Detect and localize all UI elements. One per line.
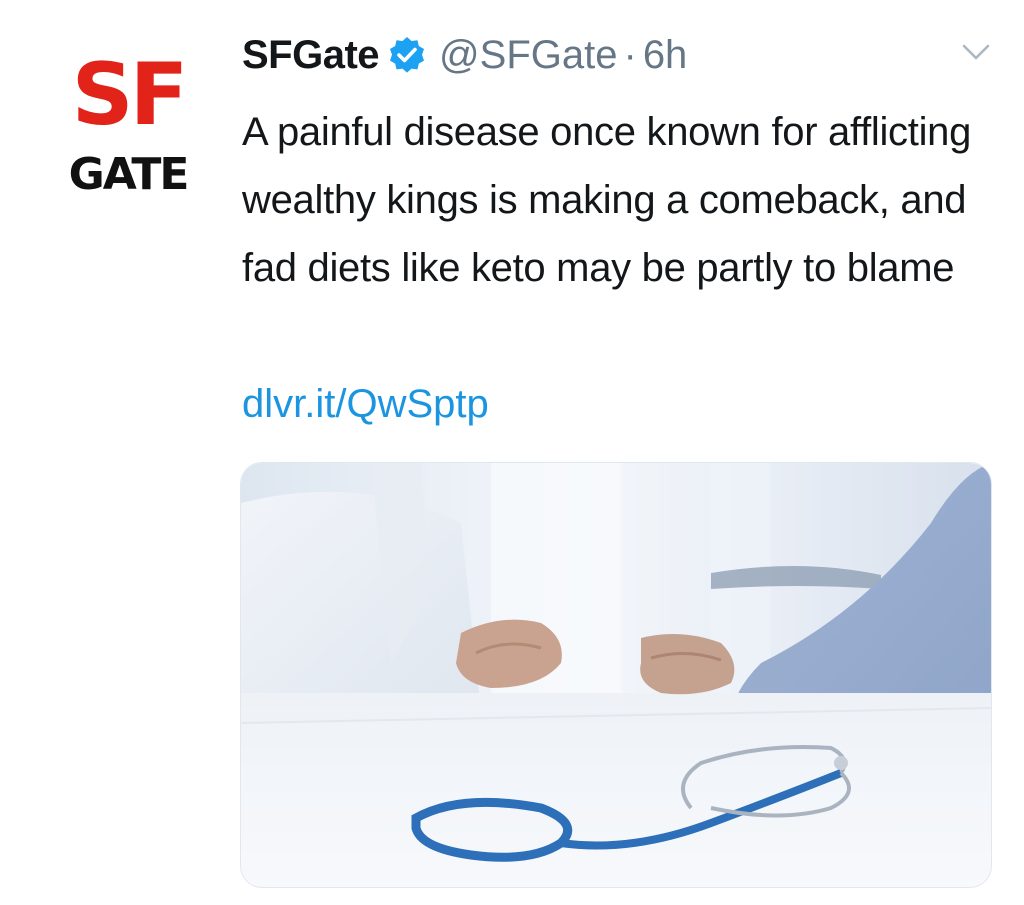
- display-name[interactable]: SFGate: [242, 33, 380, 78]
- logo-gate-text: GATE: [68, 149, 190, 200]
- photo-icon: [241, 463, 991, 887]
- logo-sf-text: SF: [71, 45, 189, 145]
- timestamp[interactable]: 6h: [643, 33, 688, 78]
- tweet-link[interactable]: dlvr.it/QwSptp: [242, 370, 489, 438]
- tweet-text: A painful disease once known for afflict…: [242, 110, 972, 290]
- chevron-down-icon[interactable]: [960, 40, 992, 64]
- tweet-card[interactable]: SF GATE SFGate @SFGate · 6h A painful di…: [0, 0, 1024, 905]
- tweet-header: SFGate @SFGate · 6h: [242, 24, 687, 86]
- avatar[interactable]: SF GATE: [58, 52, 198, 202]
- verified-badge-icon: [387, 35, 427, 75]
- user-handle[interactable]: @SFGate: [439, 33, 617, 78]
- separator-dot: ·: [623, 32, 637, 77]
- tweet-media-image[interactable]: [240, 462, 992, 888]
